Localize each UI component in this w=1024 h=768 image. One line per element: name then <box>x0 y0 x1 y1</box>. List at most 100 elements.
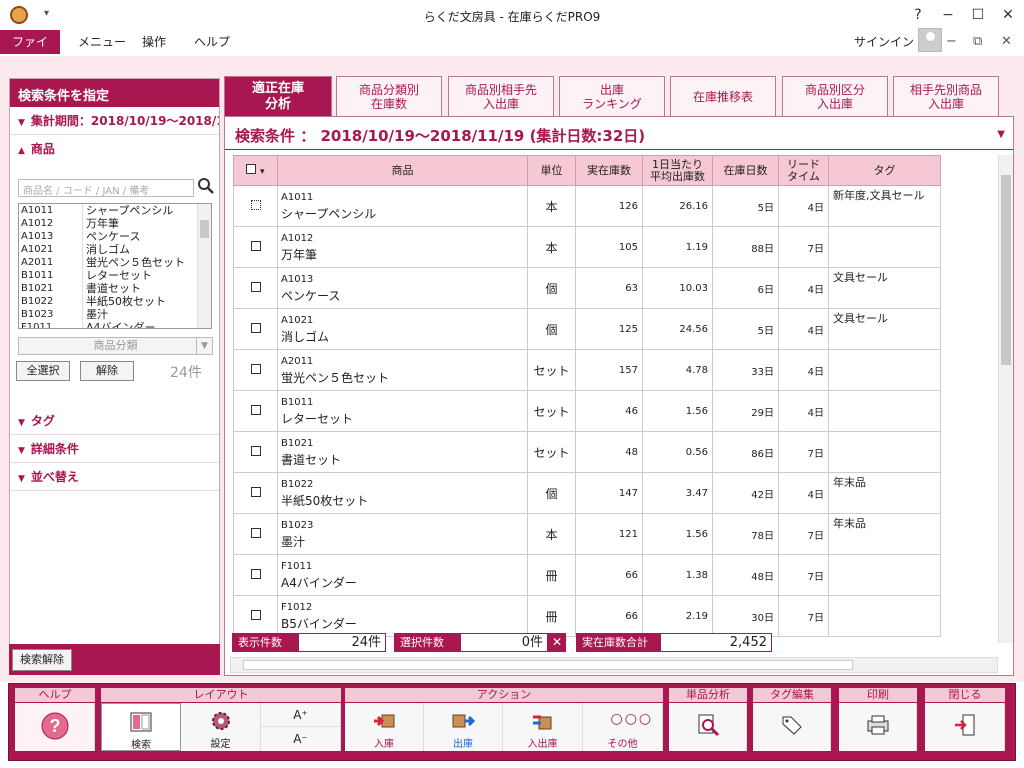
close-app-button[interactable] <box>925 703 1005 751</box>
tab-outbound-ranking[interactable]: 出庫 ランキング <box>559 76 665 116</box>
menu-file[interactable]: ファイル <box>0 30 60 73</box>
row-checkbox-cell[interactable] <box>233 595 278 637</box>
col-avg[interactable]: 1日当たり 平均出庫数 <box>642 155 713 186</box>
tag-edit-button[interactable] <box>753 703 831 751</box>
table-row[interactable]: B1022 半紙50枚セット 個 147 3.47 42日 4日 年末品 <box>233 472 941 514</box>
product-section[interactable]: ▲ 商品 <box>10 135 219 163</box>
col-lead[interactable]: リード タイム <box>778 155 829 186</box>
close-window-button[interactable]: ✕ <box>993 4 1023 26</box>
select-all-button[interactable]: 全選択 <box>16 361 70 381</box>
table-row[interactable]: A2011 蛍光ペン５色セット セット 157 4.78 33日 4日 <box>233 349 941 391</box>
col-product[interactable]: 商品 <box>277 155 528 186</box>
table-row[interactable]: B1011 レターセット セット 46 1.56 29日 4日 <box>233 390 941 432</box>
product-list-scrollbar[interactable] <box>197 204 211 328</box>
deselect-button[interactable]: 解除 <box>80 361 134 381</box>
table-row[interactable]: F1012 B5バインダー 冊 66 2.19 30日 7日 <box>233 595 941 637</box>
checkbox-icon[interactable] <box>250 322 261 333</box>
table-row[interactable]: B1021 書道セット セット 48 0.56 86日 7日 <box>233 431 941 473</box>
clear-search-button[interactable]: 検索解除 <box>12 649 72 671</box>
checkbox-icon[interactable] <box>250 281 261 292</box>
ribbon-minimize-button[interactable]: − <box>946 34 957 49</box>
checkbox-icon[interactable] <box>250 445 261 456</box>
scrollbar-thumb[interactable] <box>1001 175 1011 365</box>
product-search-input[interactable]: 商品名 / コード / JAN / 備考 <box>18 179 194 197</box>
scrollbar-thumb[interactable] <box>200 220 209 238</box>
single-analysis-button[interactable] <box>669 703 747 751</box>
search-icon[interactable] <box>197 177 215 195</box>
col-unit[interactable]: 単位 <box>527 155 576 186</box>
font-down-button[interactable]: A⁻ <box>261 727 341 751</box>
table-row[interactable]: A1012 万年筆 本 105 1.19 88日 7日 <box>233 226 941 268</box>
row-checkbox-cell[interactable] <box>233 472 278 514</box>
col-days[interactable]: 在庫日数 <box>712 155 779 186</box>
ribbon-close-button[interactable]: ✕ <box>1001 34 1012 49</box>
tab-product-division[interactable]: 商品別区分 入出庫 <box>782 76 888 116</box>
list-item[interactable]: A1012 万年筆 <box>19 217 211 230</box>
font-up-button[interactable]: A⁺ <box>261 703 341 727</box>
table-row[interactable]: A1011 シャープペンシル 本 126 26.16 5日 4日 新年度,文具セール <box>233 185 941 227</box>
row-checkbox-cell[interactable] <box>233 390 278 432</box>
row-checkbox-cell[interactable] <box>233 267 278 309</box>
avatar[interactable] <box>918 28 942 52</box>
condition-dropdown-icon[interactable]: ▼ <box>997 129 1005 140</box>
scrollbar-thumb[interactable] <box>243 660 853 670</box>
col-tag[interactable]: タグ <box>828 155 941 186</box>
table-hscroll[interactable] <box>230 657 998 673</box>
list-item[interactable]: A1013 ペンケース <box>19 230 211 243</box>
tag-section[interactable]: ▼ タグ <box>10 407 219 435</box>
col-stock[interactable]: 実在庫数 <box>575 155 643 186</box>
signin-link[interactable]: サインイン <box>854 30 914 54</box>
checkbox-icon[interactable] <box>250 404 261 415</box>
menu-operation[interactable]: 操作 <box>130 30 178 54</box>
list-item[interactable]: A1021 消しゴム <box>19 243 211 256</box>
select-all-checkbox[interactable]: ▾ <box>233 155 278 186</box>
list-item[interactable]: B1011 レターセット <box>19 269 211 282</box>
checkbox-icon[interactable] <box>246 163 257 174</box>
list-item[interactable]: B1021 書道セット <box>19 282 211 295</box>
list-item[interactable]: B1023 墨汁 <box>19 308 211 321</box>
checkbox-icon[interactable] <box>250 199 261 210</box>
outbound-button[interactable]: 出庫 <box>424 703 503 751</box>
checkbox-icon[interactable] <box>250 527 261 538</box>
category-select[interactable]: 商品分類 ▼ <box>18 337 213 355</box>
row-checkbox-cell[interactable] <box>233 185 278 227</box>
menu-help[interactable]: ヘルプ <box>182 30 242 54</box>
checkbox-icon[interactable] <box>250 568 261 579</box>
detail-section[interactable]: ▼ 詳細条件 <box>10 435 219 463</box>
list-item[interactable]: B1022 半紙50枚セット <box>19 295 211 308</box>
help-button[interactable]: ? <box>15 703 95 751</box>
table-row[interactable]: A1021 消しゴム 個 125 24.56 5日 4日 文具セール <box>233 308 941 350</box>
tab-optimal-stock[interactable]: 適正在庫 分析 <box>224 76 332 116</box>
period-section[interactable]: ▼集計期間：2018/10/19～2018/11/19 <box>10 107 219 135</box>
inout-button[interactable]: 入出庫 <box>503 703 583 751</box>
tab-product-partner[interactable]: 商品別相手先 入出庫 <box>448 76 554 116</box>
table-row[interactable]: B1023 墨汁 本 121 1.56 78日 7日 年末品 <box>233 513 941 555</box>
settings-button[interactable]: 設定 <box>181 703 261 751</box>
other-button[interactable]: ○○○ その他 <box>583 703 663 751</box>
checkbox-icon[interactable] <box>250 609 261 620</box>
checkbox-icon[interactable] <box>250 240 261 251</box>
search-layout-button[interactable]: 検索 <box>101 703 181 751</box>
list-item[interactable]: A2011 蛍光ペン５色セット <box>19 256 211 269</box>
maximize-button[interactable]: ☐ <box>963 4 993 26</box>
table-vscroll[interactable] <box>998 155 1013 643</box>
row-checkbox-cell[interactable] <box>233 513 278 555</box>
list-item[interactable]: F1011 A4バインダー <box>19 321 211 328</box>
inbound-button[interactable]: 入庫 <box>345 703 424 751</box>
row-checkbox-cell[interactable] <box>233 349 278 391</box>
row-checkbox-cell[interactable] <box>233 431 278 473</box>
menu-menu[interactable]: メニュー <box>66 30 138 54</box>
row-checkbox-cell[interactable] <box>233 554 278 596</box>
row-checkbox-cell[interactable] <box>233 226 278 268</box>
print-button[interactable] <box>839 703 917 751</box>
row-checkbox-cell[interactable] <box>233 308 278 350</box>
help-icon[interactable]: ? <box>903 4 933 26</box>
table-row[interactable]: F1011 A4バインダー 冊 66 1.38 48日 7日 <box>233 554 941 596</box>
ribbon-restore-button[interactable]: ⧉ <box>973 34 982 49</box>
list-item[interactable]: A1011 シャープペンシル <box>19 204 211 217</box>
checkbox-icon[interactable] <box>250 363 261 374</box>
minimize-button[interactable]: − <box>933 4 963 26</box>
clear-selection-icon[interactable]: ✕ <box>548 633 566 652</box>
tab-category-stock[interactable]: 商品分類別 在庫数 <box>336 76 442 116</box>
checkbox-icon[interactable] <box>250 486 261 497</box>
